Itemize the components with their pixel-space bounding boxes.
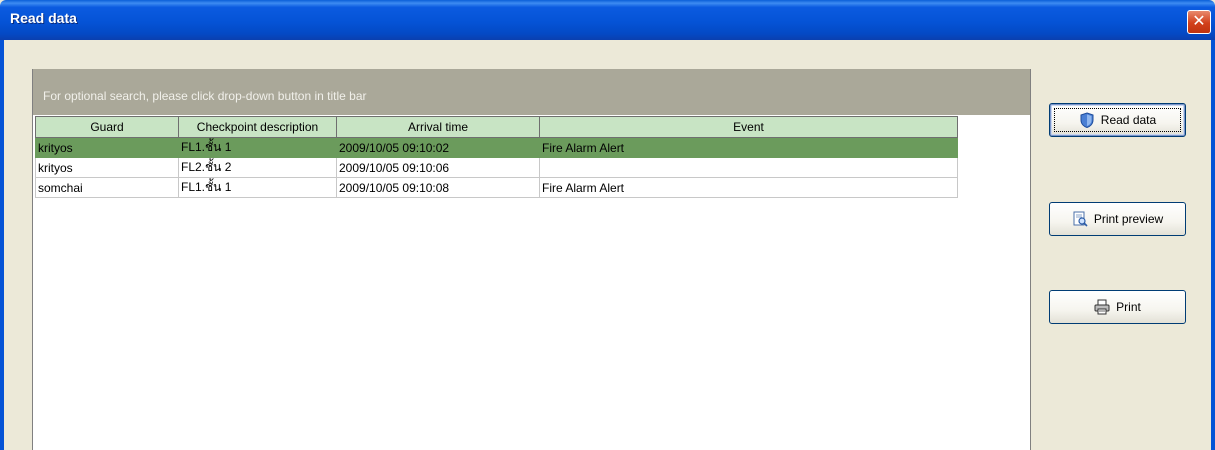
column-header-checkpoint[interactable]: Checkpoint description <box>178 116 337 138</box>
data-grid: Guard Checkpoint description Arrival tim… <box>35 116 958 198</box>
data-grid-panel: For optional search, please click drop-d… <box>32 69 1031 450</box>
column-header-guard[interactable]: Guard <box>35 116 179 138</box>
print-preview-icon <box>1072 211 1088 227</box>
cell-guard[interactable]: somchai <box>35 177 179 198</box>
cell-arrival-time[interactable]: 2009/10/05 09:10:02 <box>336 137 540 158</box>
cell-checkpoint[interactable]: FL1.ชั้น 1 <box>178 177 337 198</box>
print-button[interactable]: Print <box>1049 290 1186 324</box>
print-preview-label: Print preview <box>1093 212 1164 226</box>
cell-checkpoint[interactable]: FL2.ชั้น 2 <box>178 157 337 178</box>
cell-guard[interactable]: krityos <box>35 137 179 158</box>
read-data-label: Read data <box>1100 113 1157 127</box>
grid-header-row: Guard Checkpoint description Arrival tim… <box>35 116 958 138</box>
window-title: Read data <box>10 10 77 26</box>
close-icon: ✕ <box>1192 13 1206 30</box>
title-bar[interactable]: Read data ✕ <box>0 0 1215 40</box>
cell-event[interactable] <box>539 157 958 178</box>
cell-arrival-time[interactable]: 2009/10/05 09:10:08 <box>336 177 540 198</box>
cell-event[interactable]: Fire Alarm Alert <box>539 137 958 158</box>
table-row[interactable]: krityos FL1.ชั้น 1 2009/10/05 09:10:02 F… <box>35 137 958 158</box>
cell-checkpoint[interactable]: FL1.ชั้น 1 <box>178 137 337 158</box>
print-label: Print <box>1116 300 1141 314</box>
printer-icon <box>1094 299 1110 315</box>
table-row[interactable]: somchai FL1.ชั้น 1 2009/10/05 09:10:08 F… <box>35 177 958 198</box>
read-data-button[interactable]: Read data <box>1049 103 1186 137</box>
grid-hint-text: For optional search, please click drop-d… <box>43 89 367 103</box>
window-frame-left <box>0 40 4 450</box>
read-data-window: Read data ✕ For optional search, please … <box>0 0 1215 450</box>
cell-arrival-time[interactable]: 2009/10/05 09:10:06 <box>336 157 540 178</box>
close-button[interactable]: ✕ <box>1187 10 1211 34</box>
window-frame-right <box>1211 40 1215 450</box>
grid-hint-bar: For optional search, please click drop-d… <box>33 69 1030 115</box>
shield-icon <box>1079 112 1095 128</box>
column-header-event[interactable]: Event <box>539 116 958 138</box>
table-row[interactable]: krityos FL2.ชั้น 2 2009/10/05 09:10:06 <box>35 157 958 178</box>
print-preview-button[interactable]: Print preview <box>1049 202 1186 236</box>
cell-event[interactable]: Fire Alarm Alert <box>539 177 958 198</box>
cell-guard[interactable]: krityos <box>35 157 179 178</box>
column-header-arrival-time[interactable]: Arrival time <box>336 116 540 138</box>
